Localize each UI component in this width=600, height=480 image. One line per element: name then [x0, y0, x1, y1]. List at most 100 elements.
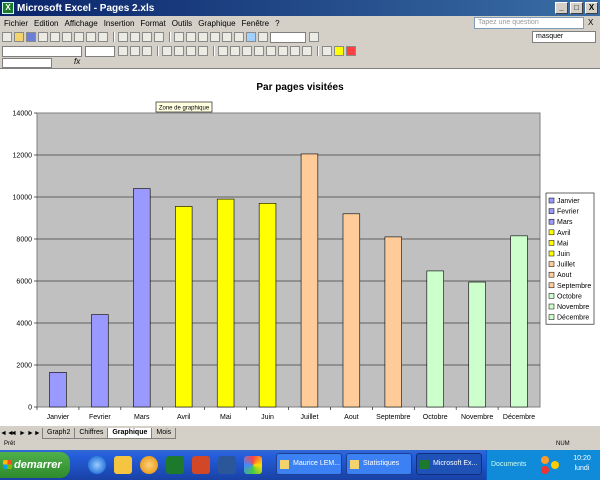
- increase-indent-icon[interactable]: [302, 46, 312, 56]
- redo-icon[interactable]: [186, 32, 196, 42]
- print-icon[interactable]: [62, 32, 72, 42]
- bar[interactable]: [175, 206, 193, 408]
- menu-graphique[interactable]: Graphique: [198, 19, 235, 28]
- x-tick-label[interactable]: Avril: [177, 414, 191, 421]
- bar[interactable]: [384, 236, 402, 408]
- paint-icon[interactable]: [244, 456, 262, 474]
- internet-explorer-icon[interactable]: [88, 456, 106, 474]
- media-icon[interactable]: [140, 456, 158, 474]
- y-tick-label[interactable]: 4000: [16, 321, 32, 328]
- font-color-icon[interactable]: [346, 46, 356, 56]
- task-statistiques[interactable]: Statistiques: [346, 453, 412, 475]
- sheet-tab-graphique[interactable]: Graphique: [107, 428, 153, 439]
- autosum-icon[interactable]: [210, 32, 220, 42]
- legend-swatch[interactable]: [548, 250, 555, 257]
- sheet-tab-chiffres[interactable]: Chiffres: [74, 428, 109, 439]
- legend-swatch[interactable]: [548, 218, 555, 225]
- help-icon[interactable]: [309, 32, 319, 42]
- name-box[interactable]: [2, 58, 52, 68]
- legend[interactable]: Janvier Fevrier Mars Avril Mai Juin Juillet Aou…: [545, 192, 595, 325]
- thousands-icon[interactable]: [254, 46, 264, 56]
- legend-swatch[interactable]: [548, 240, 555, 246]
- y-tick-label[interactable]: 12000: [13, 153, 33, 160]
- y-tick-label[interactable]: 14000: [13, 111, 33, 118]
- open-icon[interactable]: [14, 32, 24, 42]
- menu-format[interactable]: Format: [140, 19, 165, 28]
- first-sheet-button[interactable]: ◄◄: [0, 430, 14, 437]
- menu-help[interactable]: ?: [275, 19, 279, 28]
- legend-entry[interactable]: Mai: [557, 240, 569, 247]
- bar[interactable]: [91, 314, 109, 408]
- currency-icon[interactable]: [218, 46, 228, 56]
- x-tick-label[interactable]: Décembre: [503, 414, 535, 421]
- legend-entry[interactable]: Juillet: [557, 262, 575, 269]
- bar[interactable]: [510, 235, 528, 408]
- sheet-tab-graph2[interactable]: Graph2: [42, 428, 76, 439]
- increase-decimal-icon[interactable]: [266, 46, 276, 56]
- drawing-icon[interactable]: [258, 32, 268, 42]
- excel-icon[interactable]: [166, 456, 184, 474]
- y-tick-label[interactable]: 2000: [16, 363, 32, 370]
- undo-icon[interactable]: [174, 32, 184, 42]
- x-tick-label[interactable]: Juillet: [301, 414, 319, 421]
- legend-swatch[interactable]: [548, 293, 555, 299]
- legend-entry[interactable]: Fevrier: [557, 209, 579, 216]
- y-axis[interactable]: 0 2000 4000 6000 8000 10000 12000 14000: [13, 111, 37, 412]
- x-tick-label[interactable]: Aout: [344, 414, 358, 421]
- font-size-select[interactable]: [85, 45, 115, 57]
- masquer-select[interactable]: masquer: [532, 31, 596, 43]
- chart-title[interactable]: Par pages visitées: [256, 82, 344, 93]
- cut-icon[interactable]: [118, 32, 128, 42]
- sheet-tab-mois[interactable]: Mois: [151, 428, 177, 439]
- decrease-decimal-icon[interactable]: [278, 46, 288, 56]
- menu-fenetre[interactable]: Fenêtre: [242, 19, 270, 28]
- fx-icon[interactable]: fx: [74, 57, 80, 66]
- legend-entry[interactable]: Aout: [557, 272, 571, 279]
- menu-edition[interactable]: Edition: [34, 19, 58, 28]
- x-tick-label[interactable]: Septembre: [376, 414, 410, 421]
- legend-entry[interactable]: Janvier: [557, 198, 580, 205]
- x-tick-label[interactable]: Juin: [261, 414, 274, 421]
- x-tick-label[interactable]: Mars: [134, 414, 150, 421]
- sort-descending-icon[interactable]: [234, 32, 244, 42]
- legend-entry[interactable]: Novembre: [557, 304, 589, 311]
- euro-icon[interactable]: [230, 46, 240, 56]
- close-button[interactable]: X: [585, 2, 598, 14]
- save-icon[interactable]: [26, 32, 36, 42]
- legend-swatch[interactable]: [548, 282, 555, 289]
- task-maurice[interactable]: Maurice LEM...: [276, 453, 342, 475]
- legend-swatch[interactable]: [548, 261, 555, 267]
- bar[interactable]: [49, 372, 67, 408]
- bar[interactable]: [468, 281, 486, 408]
- bold-icon[interactable]: [118, 46, 128, 56]
- legend-entry[interactable]: Septembre: [557, 283, 591, 290]
- last-sheet-button[interactable]: ►►: [27, 430, 41, 437]
- excel-app-icon[interactable]: X: [2, 2, 14, 14]
- align-right-icon[interactable]: [186, 46, 196, 56]
- bar[interactable]: [342, 213, 361, 408]
- legend-entry[interactable]: Octobre: [557, 293, 582, 300]
- x-tick-label[interactable]: Mai: [220, 414, 232, 421]
- tray-documents[interactable]: Documents: [491, 461, 526, 468]
- paste-icon[interactable]: [142, 32, 152, 42]
- research-icon[interactable]: [98, 32, 108, 42]
- merge-center-icon[interactable]: [198, 46, 208, 56]
- task-excel[interactable]: Microsoft Ex...: [416, 453, 482, 475]
- x-tick-label[interactable]: Janvier: [47, 414, 70, 421]
- sort-ascending-icon[interactable]: [222, 32, 232, 42]
- y-tick-label[interactable]: 0: [28, 405, 32, 412]
- next-sheet-button[interactable]: ►: [18, 430, 27, 437]
- x-tick-label[interactable]: Octobre: [423, 414, 448, 421]
- bar[interactable]: [133, 188, 151, 408]
- align-center-icon[interactable]: [174, 46, 184, 56]
- tray-icon[interactable]: [541, 456, 549, 464]
- start-button[interactable]: demarrer: [0, 452, 70, 478]
- legend-swatch[interactable]: [548, 314, 555, 320]
- bar[interactable]: [300, 153, 319, 408]
- font-name-select[interactable]: [2, 45, 82, 57]
- legend-entry[interactable]: Mars: [557, 219, 573, 226]
- legend-entry[interactable]: Décembre: [557, 315, 589, 322]
- help-question-input[interactable]: Tapez une question: [474, 17, 584, 29]
- plot-area[interactable]: [36, 112, 541, 408]
- menu-affichage[interactable]: Affichage: [64, 19, 97, 28]
